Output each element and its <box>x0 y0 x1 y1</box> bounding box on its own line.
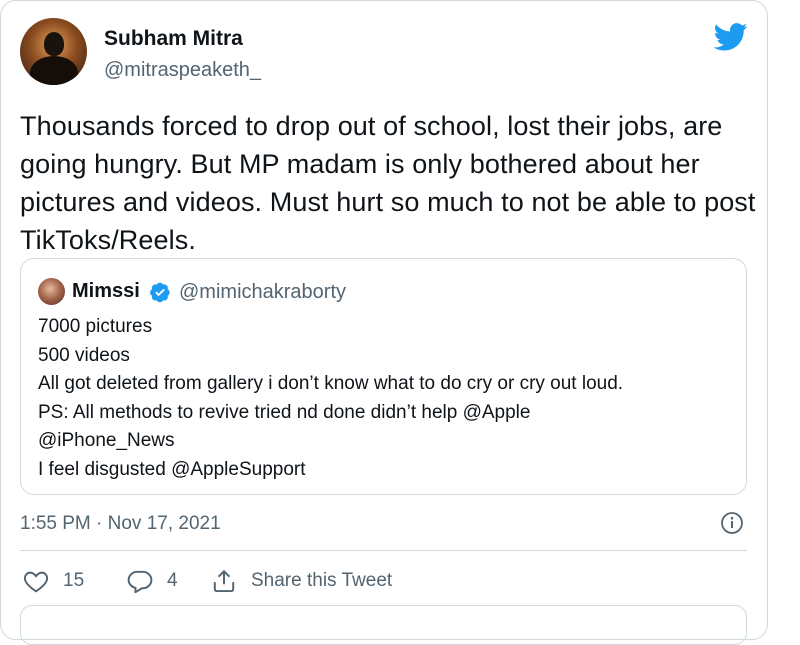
tweet-text: Thousands forced to drop out of school, … <box>20 111 756 255</box>
share-label: Share this Tweet <box>251 570 393 591</box>
share-icon <box>213 569 235 593</box>
next-card <box>20 605 747 645</box>
twitter-bird-icon[interactable] <box>714 23 748 51</box>
quoted-author-name[interactable]: Mimssi <box>72 280 140 303</box>
quoted-line: @iPhone_News <box>38 430 175 451</box>
like-button[interactable]: 15 <box>23 568 84 594</box>
quoted-tweet-text: 7000 pictures 500 videos All got deleted… <box>38 313 738 484</box>
author-handle[interactable]: @mitraspeaketh_ <box>104 59 261 82</box>
quoted-author-handle[interactable]: @mimichakraborty <box>179 281 346 304</box>
tweet-timestamp[interactable]: 1:55 PM · Nov 17, 2021 <box>20 513 221 535</box>
reply-count: 4 <box>167 570 178 591</box>
divider <box>20 550 747 551</box>
author-name[interactable]: Subham Mitra <box>104 27 243 51</box>
quoted-tweet[interactable]: Mimssi @mimichakraborty 7000 pictures 50… <box>20 258 747 495</box>
author-avatar[interactable] <box>20 18 87 85</box>
like-count: 15 <box>63 570 85 591</box>
share-button[interactable]: Share this Tweet <box>211 568 392 594</box>
quoted-author-avatar[interactable] <box>38 278 65 305</box>
quoted-line: All got deleted from gallery i don’t kno… <box>38 373 624 394</box>
reply-icon <box>127 570 153 593</box>
reply-button[interactable]: 4 <box>127 568 178 594</box>
verified-badge-icon <box>150 282 170 303</box>
quoted-line: 7000 pictures <box>38 316 153 337</box>
tweet-card: Subham Mitra @mitraspeaketh_ Thousands f… <box>0 0 768 645</box>
heart-icon <box>23 571 49 593</box>
quoted-line: I feel disgusted @AppleSupport <box>38 458 306 480</box>
quoted-line: 500 videos <box>38 344 130 366</box>
info-icon[interactable] <box>720 511 744 535</box>
quoted-line: PS: All methods to revive tried nd done … <box>38 401 531 423</box>
